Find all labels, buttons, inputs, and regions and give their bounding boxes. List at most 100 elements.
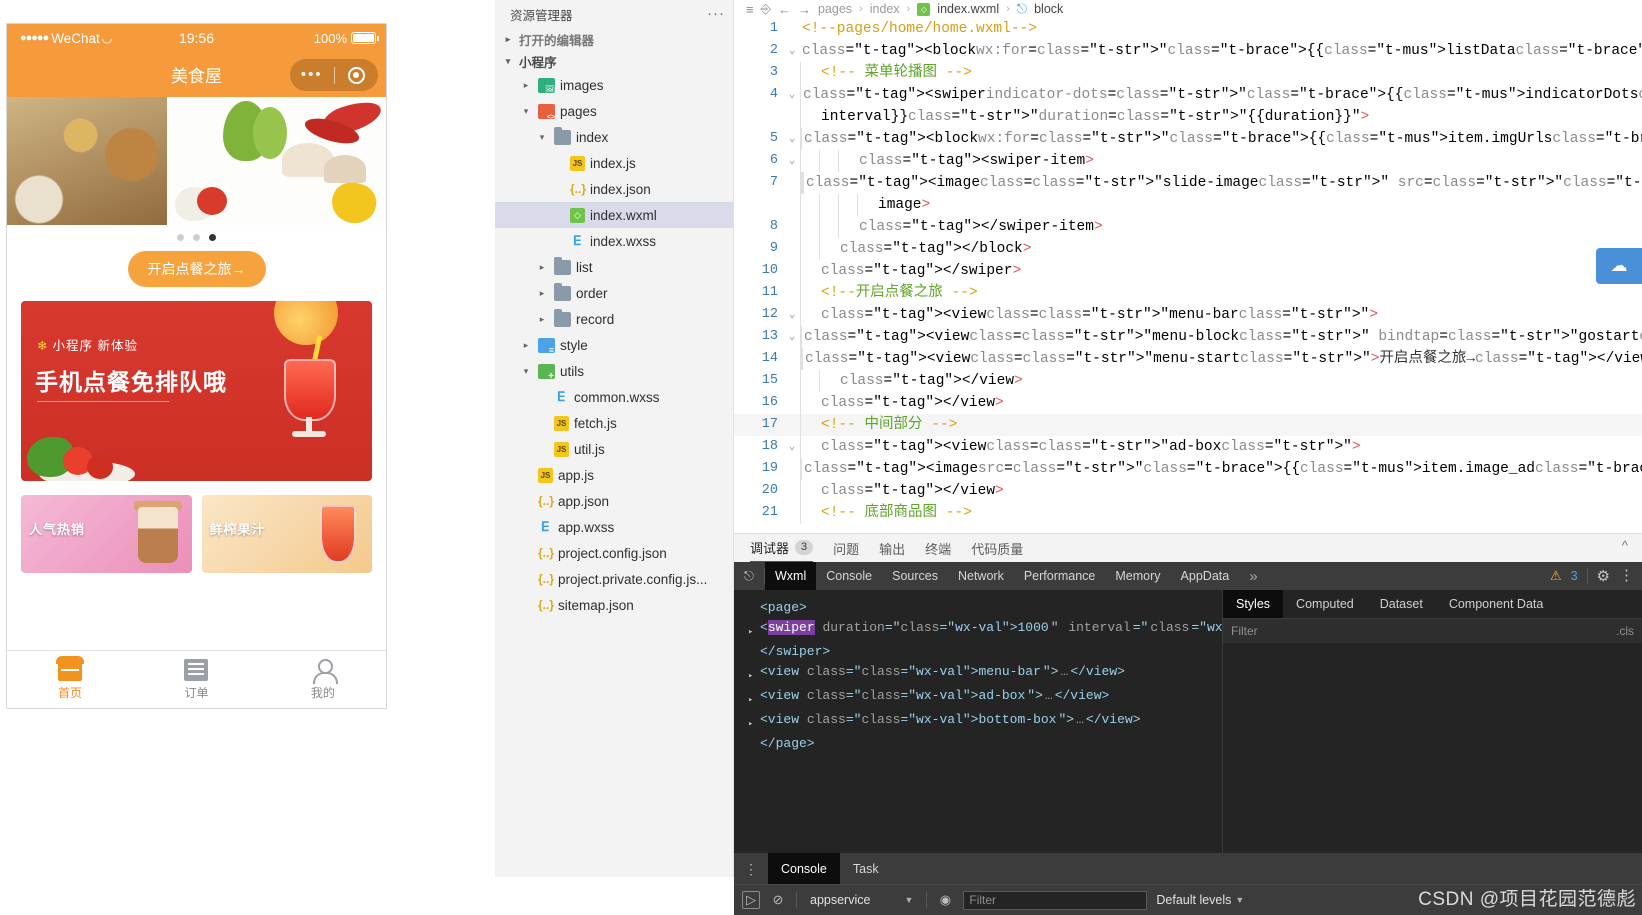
styles-tab-computed[interactable]: Computed — [1283, 590, 1367, 618]
tab-console[interactable]: Console — [768, 853, 840, 884]
breadcrumb-pages[interactable]: pages — [818, 2, 852, 16]
debugger-tab[interactable]: 调试器 3 — [750, 534, 814, 563]
file-tree-item[interactable]: ▾ index — [495, 124, 733, 150]
twisty-icon[interactable]: ▾ — [519, 106, 533, 117]
devtools-tab-appdata[interactable]: AppData — [1171, 562, 1240, 590]
wxml-tree-row[interactable]: ▸ <view class="class="wx-val">bottom-box "… — [748, 710, 1222, 734]
twisty-icon[interactable]: ▸ — [535, 262, 549, 273]
twisty-icon[interactable]: ▸ — [535, 314, 549, 325]
code-line[interactable]: 19 class="t-tag"><image src = class ="t-str"… — [734, 458, 1642, 480]
wxml-tree[interactable]: <page> ▸ <swiper duration="class="wx-val">… — [734, 590, 1545, 853]
console-context-select[interactable]: appservice ▼ — [806, 893, 917, 907]
wxml-tree-row[interactable]: ▸ <view class="class="wx-val">menu-bar ">…… — [748, 662, 1222, 686]
code-line[interactable]: 8 class="t-tag"></swiper-item > — [734, 216, 1642, 238]
code-area[interactable]: 1 <!--pages/home/home.wxml--> 2 ⌄ class="t-t… — [734, 18, 1642, 533]
expand-arrow-icon[interactable]: ▸ — [748, 686, 758, 710]
styles-tab-styles[interactable]: Styles — [1223, 590, 1284, 618]
clear-icon[interactable]: ⊘ — [769, 891, 787, 909]
arrow-left-icon[interactable]: ← — [778, 2, 791, 17]
warning-triangle-icon[interactable]: ⚠ — [1550, 568, 1562, 584]
file-tree-item[interactable]: ▾ utils — [495, 358, 733, 384]
file-tree-item[interactable]: ▸ order — [495, 280, 733, 306]
product-card[interactable]: 人气热销 — [21, 495, 192, 573]
code-line[interactable]: 6 ⌄ class="t-tag"><swiper-item > — [734, 150, 1642, 172]
cloud-icon[interactable]: ☁ — [1596, 248, 1642, 284]
breadcrumb-file[interactable]: index.wxml — [937, 2, 999, 16]
tabbar-item-order[interactable]: 订单 — [133, 651, 259, 708]
code-line[interactable]: 9 class="t-tag"></block > — [734, 238, 1642, 260]
styles-tab-component-data[interactable]: Component Data — [1436, 590, 1557, 618]
execute-icon[interactable]: ▷ — [742, 891, 760, 909]
code-line[interactable]: 10 class="t-tag"></swiper > — [734, 260, 1642, 282]
file-tree-item[interactable]: JS index.js — [495, 150, 733, 176]
wxml-tree-row[interactable]: ▸ <view class="class="wx-val">ad-box ">… </… — [748, 686, 1222, 710]
file-tree-item[interactable]: ∃ app.wxss — [495, 514, 733, 540]
code-line[interactable]: 11 <!--开启点餐之旅 --> — [734, 282, 1642, 304]
eye-icon[interactable]: ◉ — [936, 891, 954, 909]
fold-icon[interactable]: ⌄ — [784, 436, 800, 458]
tab-task[interactable]: Task — [840, 853, 892, 884]
close-target-icon[interactable] — [335, 66, 379, 84]
file-tree-item[interactable]: ▸ images — [495, 72, 733, 98]
file-tree-item[interactable]: ∃ index.wxss — [495, 228, 733, 254]
twisty-icon[interactable]: ▸ — [519, 80, 533, 91]
swiper-indicator-dots[interactable] — [7, 225, 386, 247]
wxml-tree-row[interactable]: </page> — [748, 734, 1222, 754]
code-line[interactable]: 7 class="t-tag"><image class = class ="t-str… — [734, 172, 1642, 194]
overflow-icon[interactable]: » — [1239, 568, 1267, 585]
file-tree-item[interactable]: ▸ style — [495, 332, 733, 358]
twisty-icon[interactable]: ▾ — [535, 132, 549, 143]
project-section[interactable]: ▾ 小程序 — [495, 50, 733, 72]
devtools-tab-console[interactable]: Console — [816, 562, 882, 590]
code-line[interactable]: 21 <!-- 底部商品图 --> — [734, 502, 1642, 524]
bookmark-icon[interactable]: ⎆ — [761, 1, 771, 17]
code-line[interactable]: 2 ⌄ class="t-tag"><block wx:for = class ="t-s… — [734, 40, 1642, 62]
code-line[interactable]: 13 ⌄ class="t-tag"><view class = class ="t-st… — [734, 326, 1642, 348]
file-tree-item[interactable]: {..} project.config.json — [495, 540, 733, 566]
code-line[interactable]: 4 ⌄ class="t-tag"><swiper indicator-dots = c… — [734, 84, 1642, 106]
twisty-icon[interactable]: ▸ — [535, 288, 549, 299]
debugger-tab[interactable]: 终端 — [925, 534, 951, 563]
code-line[interactable]: 14 class="t-tag"><view class = class ="t-str… — [734, 348, 1642, 370]
code-line[interactable]: 12 ⌄ class="t-tag"><view class = class ="t-st… — [734, 304, 1642, 326]
code-line[interactable]: 5 ⌄ class="t-tag"><block wx:for = class ="t-s… — [734, 128, 1642, 150]
indicator-dot[interactable] — [177, 234, 184, 241]
indicator-dot[interactable] — [193, 234, 200, 241]
fold-icon[interactable]: ⌄ — [784, 40, 800, 62]
breadcrumb-symbol[interactable]: block — [1034, 2, 1063, 16]
expand-arrow-icon[interactable]: ▸ — [748, 662, 758, 686]
arrow-right-icon[interactable]: → — [798, 2, 811, 17]
debugger-tab[interactable]: 代码质量 — [971, 534, 1023, 563]
devtools-tab-sources[interactable]: Sources — [882, 562, 948, 590]
open-editors-section[interactable]: ▸ 打开的编辑器 — [495, 28, 733, 50]
wxml-tree-row[interactable]: ▸ <swiper duration="class="wx-val">1000 " … — [748, 618, 1545, 642]
product-card[interactable]: 鲜榨果汁 — [201, 495, 372, 573]
ad-banner-image[interactable]: ❄ 小程序 新体验 手机点餐免排队哦 — [21, 301, 372, 481]
fold-icon[interactable]: ⌄ — [784, 326, 800, 348]
fold-icon[interactable]: ⌄ — [784, 304, 800, 326]
file-tree-item[interactable]: {..} index.json — [495, 176, 733, 202]
breadcrumb-index[interactable]: index — [870, 2, 900, 16]
list-icon[interactable]: ≡ — [746, 2, 754, 17]
debugger-tab[interactable]: 输出 — [879, 534, 905, 563]
devtools-tab-memory[interactable]: Memory — [1105, 562, 1170, 590]
warning-count[interactable]: 3 — [1571, 569, 1578, 583]
file-tree-item[interactable]: ▾ pages — [495, 98, 733, 124]
file-tree-item[interactable]: {..} sitemap.json — [495, 592, 733, 618]
cls-button[interactable]: .cls — [1616, 624, 1634, 638]
start-order-button[interactable]: 开启点餐之旅→ — [127, 251, 266, 287]
code-line[interactable]: 3 <!-- 菜单轮播图 --> — [734, 62, 1642, 84]
chevron-up-icon[interactable]: ^ — [1622, 538, 1628, 553]
styles-tab-dataset[interactable]: Dataset — [1367, 590, 1436, 618]
expand-arrow-icon[interactable]: ▸ — [748, 618, 758, 642]
console-levels-select[interactable]: Default levels ▼ — [1156, 893, 1244, 907]
code-line[interactable]: image> — [734, 194, 1642, 216]
tabbar-item-home[interactable]: 首页 — [7, 651, 133, 708]
fold-icon[interactable]: ⌄ — [784, 128, 800, 150]
file-tree-item[interactable]: ▸ list — [495, 254, 733, 280]
fold-icon[interactable]: ⌄ — [784, 84, 800, 106]
debugger-tab[interactable]: 问题 — [833, 534, 859, 563]
twisty-icon[interactable]: ▾ — [519, 366, 533, 377]
expand-arrow-icon[interactable]: ▸ — [748, 710, 758, 734]
file-tree-item[interactable]: ▸ record — [495, 306, 733, 332]
